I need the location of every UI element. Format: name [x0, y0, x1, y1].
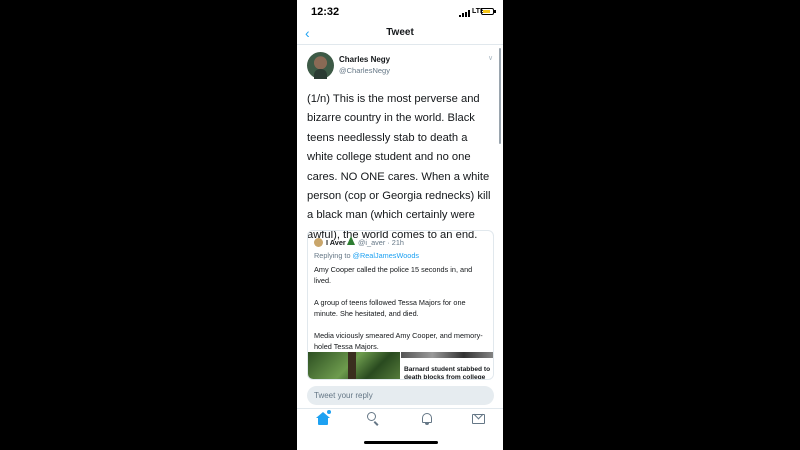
- page-title: Tweet: [386, 27, 414, 38]
- card-image: [401, 352, 493, 358]
- bell-icon[interactable]: [420, 412, 434, 426]
- home-indicator[interactable]: [364, 441, 438, 444]
- signal-icon: [459, 10, 471, 17]
- author-name[interactable]: Charles Negy: [339, 55, 390, 64]
- search-icon[interactable]: [367, 412, 381, 426]
- chevron-down-icon[interactable]: ∨: [488, 54, 493, 62]
- quoted-author-name: I Aver: [326, 238, 346, 247]
- battery-icon: [481, 8, 496, 15]
- quoted-author-meta: @i_aver · 21h: [358, 238, 404, 247]
- quoted-photo[interactable]: [308, 352, 400, 379]
- quoted-avatar: [314, 238, 323, 247]
- status-bar: 12:32 LTE: [297, 0, 503, 24]
- replying-to: Replying to @RealJamesWoods: [314, 251, 419, 260]
- mail-icon[interactable]: [472, 409, 486, 426]
- link-card[interactable]: Barnard student stabbed to death blocks …: [401, 352, 493, 380]
- scrollbar[interactable]: [499, 48, 501, 144]
- home-icon[interactable]: [316, 410, 331, 426]
- header-bar: ‹ Tweet: [297, 24, 503, 45]
- phone-screen: 12:32 LTE ‹ Tweet Charles Negy @CharlesN…: [297, 0, 503, 450]
- quoted-text: Amy Cooper called the police 15 seconds …: [314, 265, 483, 351]
- card-headline: Barnard student stabbed to death blocks …: [404, 366, 491, 380]
- status-time: 12:32: [311, 6, 340, 18]
- quoted-author-handle: @i_aver: [358, 238, 386, 247]
- quoted-tweet[interactable]: I Aver @i_aver · 21h Replying to @RealJa…: [307, 230, 494, 380]
- replying-to-link[interactable]: @RealJamesWoods: [353, 251, 419, 260]
- reply-input[interactable]: [307, 386, 494, 405]
- quoted-time: · 21h: [387, 238, 404, 247]
- tweet-body: (1/n) This is the most perverse and biza…: [307, 93, 491, 241]
- tree-emoji-icon: [347, 236, 355, 245]
- avatar[interactable]: [307, 52, 334, 79]
- author-handle[interactable]: @CharlesNegy: [339, 66, 390, 75]
- replying-prefix: Replying to: [314, 251, 353, 260]
